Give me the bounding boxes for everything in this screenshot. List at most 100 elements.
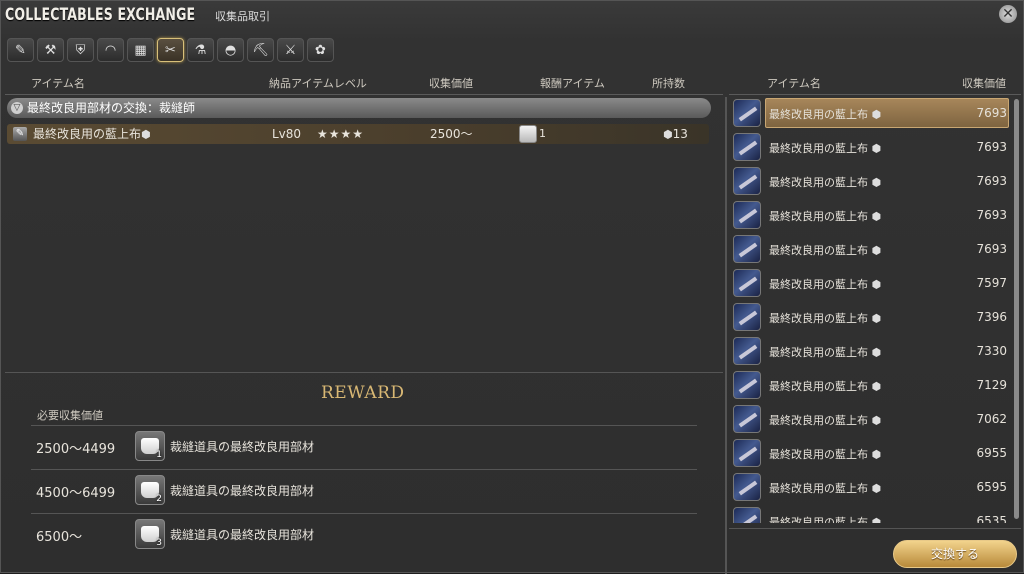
item-collectability-range: 2500～	[430, 127, 473, 141]
inventory-item[interactable]: 最終改良用の藍上布 ⬢ 7693	[729, 199, 1013, 233]
reward-range: 4500～6499	[36, 486, 116, 501]
inventory-item[interactable]: 最終改良用の藍上布 ⬢ 7396	[729, 301, 1013, 335]
indigo-cloth-icon	[733, 303, 761, 331]
inventory-item-name: 最終改良用の藍上布 ⬢	[769, 514, 881, 523]
scroll-thumb[interactable]	[1014, 99, 1019, 519]
header-item-name: アイテム名	[31, 77, 85, 90]
inventory-item-value: 7693	[976, 140, 1007, 154]
inventory-item-value: 6535	[976, 514, 1007, 523]
header-inv-collectability: 収集価値	[962, 77, 1006, 90]
inventory-item-name: 最終改良用の藍上布 ⬢	[769, 244, 882, 257]
reward-title: REWARD	[321, 383, 405, 403]
divider	[729, 94, 1021, 95]
required-value-label: 必要収集価値	[37, 409, 103, 422]
inventory-item[interactable]: 最終改良用の藍上布 ⬢ 7330	[729, 335, 1013, 369]
collectable-icon: ⬢	[868, 516, 882, 523]
collectable-icon: ⬢	[868, 312, 882, 325]
class-toolbar: ✎ ⚒ ⛨ ◠ ▦ ✂ ⚗ ◓ ⛏ ⚔ ✿	[7, 38, 334, 62]
reward-item-icon	[519, 125, 537, 143]
inventory-item[interactable]: 最終改良用の藍上布 ⬢ 6595	[729, 471, 1013, 505]
reward-qty: 3	[156, 538, 162, 548]
indigo-cloth-icon	[733, 235, 761, 263]
inventory-item[interactable]: 最終改良用の藍上布 ⬢ 6955	[729, 437, 1013, 471]
inventory-item[interactable]: 最終改良用の藍上布 ⬢ 7597	[729, 267, 1013, 301]
window-title: COLLECTABLES EXCHANGE	[5, 5, 196, 25]
collectable-icon: ⬢	[868, 414, 882, 427]
inventory-item[interactable]: 最終改良用の藍上布 ⬢ 7693	[729, 165, 1013, 199]
reward-row: 2500～4499 1 裁縫道具の最終改良用部材	[31, 425, 697, 465]
inventory-item-value: 7597	[976, 276, 1007, 290]
chevron-down-icon: ▽	[11, 102, 23, 114]
inventory-item-value: 7693	[976, 208, 1007, 222]
item-stars: ★★★★	[317, 127, 365, 141]
header-owned: 所持数	[652, 77, 685, 90]
header-inv-item-name: アイテム名	[767, 77, 821, 90]
alchemist-icon[interactable]: ⚗	[187, 38, 214, 62]
inventory-header: アイテム名 収集価値	[729, 75, 1021, 91]
indigo-cloth-icon	[733, 371, 761, 399]
miner-icon[interactable]: ⛏	[247, 38, 274, 62]
header-reward-item: 報酬アイテム	[540, 77, 605, 90]
inventory-scrollbar[interactable]	[1014, 99, 1019, 519]
armorer-icon[interactable]: ⛨	[67, 38, 94, 62]
inventory-item-value: 6955	[976, 446, 1007, 460]
inventory-item-value: 7693	[976, 242, 1007, 256]
item-level: Lv80	[272, 127, 302, 141]
inventory-item-name: 最終改良用の藍上布 ⬢	[769, 176, 882, 189]
collectable-icon: ⬢	[868, 244, 882, 257]
reward-name: 裁縫道具の最終改良用部材	[170, 528, 315, 542]
inventory-item[interactable]: 最終改良用の藍上布 ⬢ 6535	[729, 505, 1013, 523]
botanist-icon[interactable]: ⚔	[277, 38, 304, 62]
carpenter-icon[interactable]: ✎	[7, 38, 34, 62]
reward-row: 4500～6499 2 裁縫道具の最終改良用部材	[31, 469, 697, 509]
collectable-icon: ⬢	[868, 380, 882, 393]
close-icon[interactable]: ✕	[999, 5, 1017, 23]
collectable-icon: ⬢	[141, 128, 151, 141]
indigo-cloth-icon	[733, 201, 761, 229]
inventory-item-value: 7693	[976, 106, 1007, 120]
reward-material-icon[interactable]: 2	[135, 475, 165, 505]
indigo-cloth-icon	[733, 167, 761, 195]
leatherworker-icon[interactable]: ▦	[127, 38, 154, 62]
inventory-item[interactable]: 最終改良用の藍上布 ⬢ 7693	[729, 233, 1013, 267]
weaver-icon[interactable]: ✂	[157, 38, 184, 62]
blacksmith-icon[interactable]: ⚒	[37, 38, 64, 62]
reward-qty: 1	[156, 450, 162, 460]
inventory-item-name: 最終改良用の藍上布 ⬢	[769, 482, 882, 495]
reward-range: 2500～4499	[36, 442, 116, 457]
inventory-item[interactable]: 最終改良用の藍上布 ⬢ 7693	[729, 97, 1013, 131]
reward-material-icon[interactable]: 1	[135, 431, 165, 461]
exchange-button[interactable]: 交換する	[893, 540, 1017, 568]
reward-name: 裁縫道具の最終改良用部材	[170, 440, 315, 454]
inventory-item[interactable]: 最終改良用の藍上布 ⬢ 7129	[729, 369, 1013, 403]
collectable-icon: ⬢	[868, 448, 882, 461]
inventory-item[interactable]: 最終改良用の藍上布 ⬢ 7062	[729, 403, 1013, 437]
titlebar: COLLECTABLES EXCHANGE 収集品取引	[5, 5, 270, 33]
reward-material-icon[interactable]: 3	[135, 519, 165, 549]
header-collectability: 収集価値	[429, 77, 473, 90]
collectables-exchange-window: COLLECTABLES EXCHANGE 収集品取引 ✕ ✎ ⚒ ⛨ ◠ ▦ ✂ ⚗ ◓ ⛏ ⚔…	[0, 0, 1024, 574]
inventory-item-value: 7129	[976, 378, 1007, 392]
inventory-item-value: 7330	[976, 344, 1007, 358]
inventory-item-name: 最終改良用の藍上布 ⬢	[769, 142, 882, 155]
item-name: 最終改良用の藍上布⬢	[33, 127, 151, 141]
collectable-icon: ⬢	[868, 176, 882, 189]
collectable-icon: ⬢	[868, 482, 882, 495]
category-group-header[interactable]: ▽ 最終改良用部材の交換：裁縫師	[7, 98, 711, 118]
list-header: アイテム名 納品アイテムレベル 収集価値 報酬アイテム 所持数	[1, 75, 723, 91]
fisher-icon[interactable]: ✿	[307, 38, 334, 62]
exchange-item-row[interactable]: ✎ 最終改良用の藍上布⬢ Lv80 ★★★★ 2500～ 1 ⬢13	[7, 124, 709, 144]
collectable-icon: ⬢	[868, 210, 882, 223]
cube-icon: ⬢	[663, 128, 673, 141]
inventory-item-value: 7396	[976, 310, 1007, 324]
indigo-cloth-icon	[733, 133, 761, 161]
indigo-cloth-icon	[733, 337, 761, 365]
item-icon: ✎	[13, 127, 27, 141]
goldsmith-icon[interactable]: ◠	[97, 38, 124, 62]
indigo-cloth-icon	[733, 439, 761, 467]
culinarian-icon[interactable]: ◓	[217, 38, 244, 62]
collectable-icon: ⬢	[868, 142, 882, 155]
inventory-item[interactable]: 最終改良用の藍上布 ⬢ 7693	[729, 131, 1013, 165]
divider	[5, 372, 723, 373]
collectable-icon: ⬢	[868, 108, 882, 121]
